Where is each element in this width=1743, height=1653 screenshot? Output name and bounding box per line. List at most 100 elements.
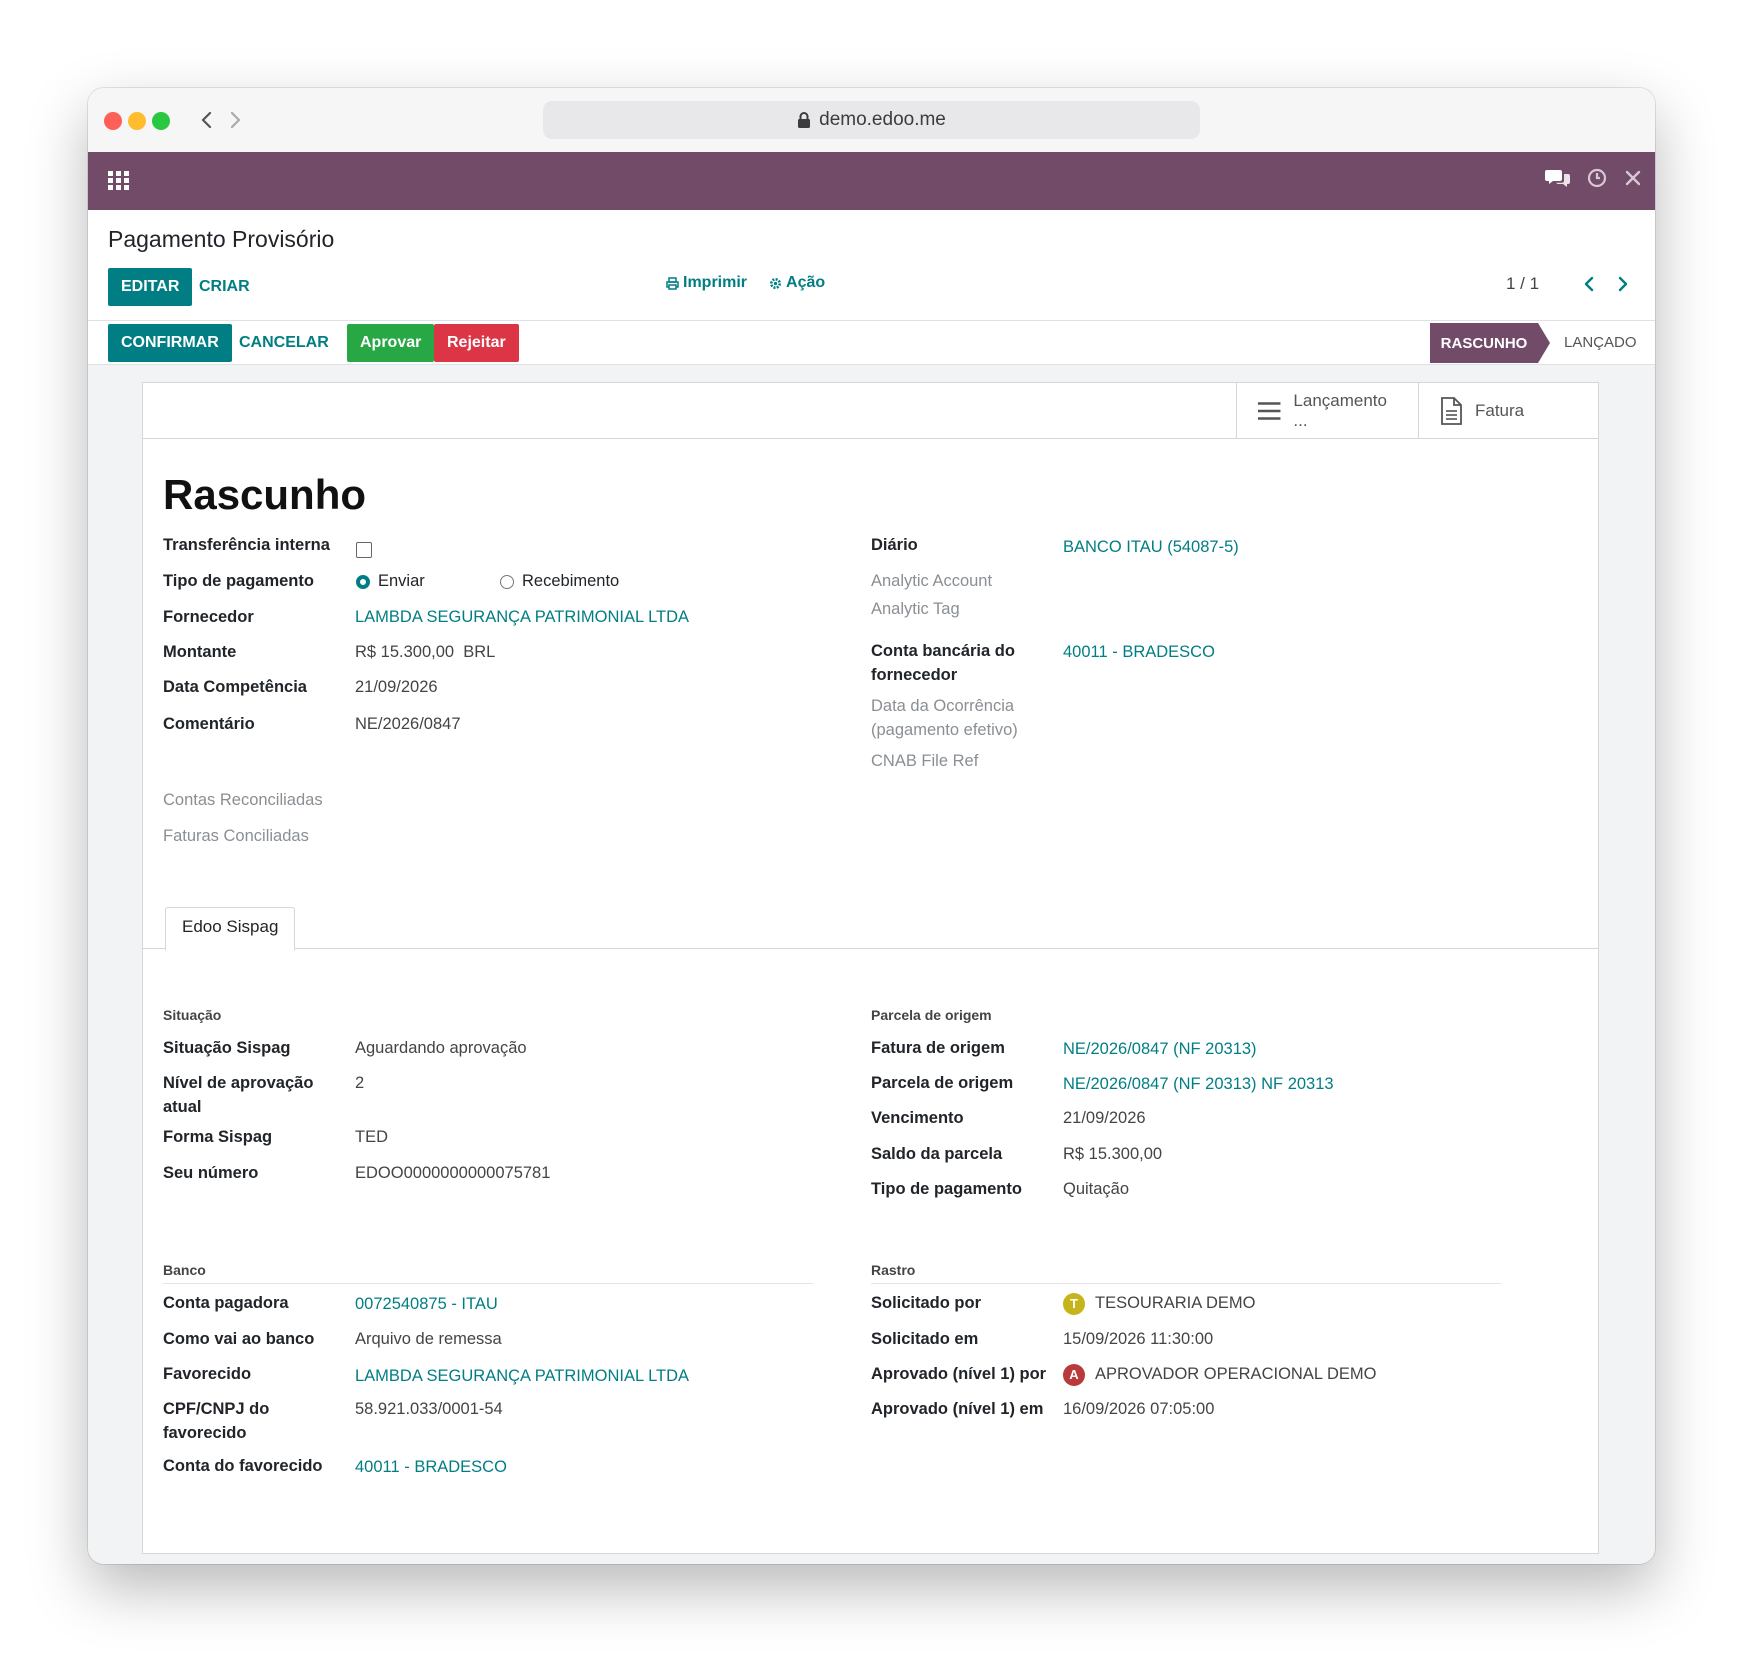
minimize-window-button[interactable]	[128, 112, 146, 130]
paying-account-link[interactable]: 0072540875 - ITAU	[355, 1292, 498, 1316]
approve-button[interactable]: Aprovar	[347, 324, 435, 362]
paying-account-label: Conta pagadora	[163, 1294, 289, 1312]
currency-code: BRL	[463, 643, 496, 661]
confirm-button[interactable]: CONFIRMAR	[108, 324, 232, 362]
group-title-situacao: Situação	[163, 1007, 222, 1023]
installment-balance-value: R$ 15.300,00	[1063, 1145, 1163, 1163]
payee-account-link[interactable]: 40011 - BRADESCO	[355, 1455, 507, 1479]
print-label: Imprimir	[683, 274, 748, 291]
back-arrow-icon[interactable]	[196, 106, 218, 134]
forward-arrow-icon[interactable]	[224, 106, 246, 134]
pager-previous-icon[interactable]	[1582, 274, 1596, 294]
address-bar[interactable]: demo.edoo.me	[543, 101, 1200, 139]
internal-transfer-checkbox[interactable]	[356, 542, 372, 558]
breadcrumb: Pagamento Provisório	[108, 226, 335, 252]
action-menu[interactable]: Ação	[769, 274, 825, 292]
our-number-label: Seu número	[163, 1164, 259, 1182]
sispag-status-label: Situação Sispag	[163, 1039, 291, 1057]
invoice-label: Fatura	[1475, 400, 1525, 420]
form-sheet: Lançamento ... Fatura Rascunho Transferê…	[142, 382, 1599, 1554]
tab-divider	[143, 948, 1598, 949]
divider	[88, 320, 1655, 321]
close-icon[interactable]	[1623, 168, 1643, 188]
amount-label: Montante	[163, 643, 237, 661]
pager-next-icon[interactable]	[1616, 274, 1630, 294]
tab-edoo-sispag[interactable]: Edoo Sispag	[165, 907, 296, 951]
browser-titlebar: demo.edoo.me	[88, 88, 1655, 152]
reconciled-invoices-label: Faturas Conciliadas	[163, 827, 309, 845]
requested-by-label: Solicitado por	[871, 1294, 982, 1312]
installment-balance-label: Saldo da parcela	[871, 1145, 1003, 1163]
payment-type-receive-label[interactable]: Recebimento	[522, 569, 619, 593]
requested-at-label: Solicitado em	[871, 1330, 979, 1348]
payment-type-receive-radio[interactable]	[500, 575, 514, 589]
source-installment-label: Parcela de origem	[871, 1074, 1014, 1092]
payee-doc-value: 58.921.033/0001-54	[355, 1400, 503, 1418]
payment-type-send-label[interactable]: Enviar	[378, 569, 425, 593]
lock-icon	[798, 112, 811, 128]
print-menu[interactable]: Imprimir	[666, 274, 747, 292]
approved-at-label: Aprovado (nível 1) em	[871, 1400, 1044, 1418]
requested-by-value[interactable]: TESOURARIA DEMO	[1095, 1291, 1255, 1315]
installment-payment-type-value: Quitação	[1063, 1180, 1130, 1198]
url-text: demo.edoo.me	[819, 109, 946, 130]
list-icon	[1257, 401, 1281, 420]
approval-level-label: Nível de aprovação atual	[163, 1074, 314, 1116]
due-date-value: 21/09/2026	[1063, 1109, 1146, 1127]
cancel-button[interactable]: CANCELAR	[226, 324, 342, 362]
approved-by-value[interactable]: APROVADOR OPERACIONAL DEMO	[1095, 1362, 1376, 1386]
sispag-status-value: Aguardando aprovação	[355, 1039, 527, 1057]
amount-value: R$ 15.300,00 BRL	[355, 643, 496, 661]
requested-at-value: 15/09/2026 11:30:00	[1063, 1330, 1214, 1348]
close-window-button[interactable]	[104, 112, 122, 130]
approver-avatar: A	[1063, 1364, 1085, 1386]
comment-value: NE/2026/0847	[355, 715, 461, 733]
analytic-account-label: Analytic Account	[871, 572, 993, 590]
installment-payment-type-label: Tipo de pagamento	[871, 1180, 1022, 1198]
systray	[1545, 166, 1643, 190]
supplier-bank-link[interactable]: 40011 - BRADESCO	[1063, 640, 1215, 664]
group-title-banco: Banco	[163, 1262, 206, 1278]
comment-label: Comentário	[163, 715, 255, 733]
pager-value[interactable]: 1 / 1	[1506, 274, 1539, 294]
cnab-file-label: CNAB File Ref	[871, 752, 979, 770]
date-value: 21/09/2026	[355, 678, 438, 696]
apps-grid-icon[interactable]	[108, 171, 130, 191]
status-posted[interactable]: LANÇADO	[1564, 323, 1637, 363]
action-menus: Imprimir Ação	[666, 274, 825, 292]
create-button[interactable]: CRIAR	[186, 268, 263, 306]
gear-icon	[770, 277, 782, 289]
payee-label: Favorecido	[163, 1365, 252, 1383]
payment-type-label: Tipo de pagamento	[163, 572, 314, 590]
clock-icon[interactable]	[1585, 166, 1609, 190]
supplier-link[interactable]: LAMBDA SEGURANÇA PATRIMONIAL LTDA	[355, 605, 689, 629]
journal-label: Diário	[871, 536, 918, 554]
invoice-smart-button[interactable]: Fatura	[1418, 383, 1601, 438]
date-label: Data Competência	[163, 678, 307, 696]
sispag-form-value: TED	[355, 1128, 388, 1146]
supplier-label: Fornecedor	[163, 608, 254, 626]
status-draft[interactable]: RASCUNHO	[1430, 323, 1550, 363]
chat-icon[interactable]	[1545, 166, 1571, 190]
journal-link[interactable]: BANCO ITAU (54087-5)	[1063, 535, 1239, 559]
source-invoice-link[interactable]: NE/2026/0847 (NF 20313)	[1063, 1037, 1257, 1061]
payee-link[interactable]: LAMBDA SEGURANÇA PATRIMONIAL LTDA	[355, 1364, 689, 1388]
sispag-form-label: Forma Sispag	[163, 1128, 273, 1146]
reconciled-accounts-label: Contas Reconciliadas	[163, 791, 323, 809]
app-navbar	[88, 152, 1655, 210]
supplier-bank-label: Conta bancária do fornecedor	[871, 642, 1015, 684]
group-title-parcela: Parcela de origem	[871, 1007, 992, 1023]
source-installment-link[interactable]: NE/2026/0847 (NF 20313) NF 20313	[1063, 1072, 1334, 1096]
smart-button-box: Lançamento ... Fatura	[143, 383, 1598, 439]
analytic-tag-label: Analytic Tag	[871, 600, 960, 618]
payee-account-label: Conta do favorecido	[163, 1457, 323, 1475]
payment-type-send-radio[interactable]	[356, 575, 370, 589]
print-icon	[666, 276, 679, 290]
edit-button[interactable]: EDITAR	[108, 268, 193, 306]
approved-at-value: 16/09/2026 07:05:00	[1063, 1400, 1215, 1418]
maximize-window-button[interactable]	[152, 112, 170, 130]
journal-entry-smart-button[interactable]: Lançamento ...	[1236, 383, 1419, 438]
occurrence-date-label: Data da Ocorrência (pagamento efetivo)	[871, 697, 1018, 739]
reject-button[interactable]: Rejeitar	[434, 324, 519, 362]
action-label: Ação	[786, 274, 826, 291]
